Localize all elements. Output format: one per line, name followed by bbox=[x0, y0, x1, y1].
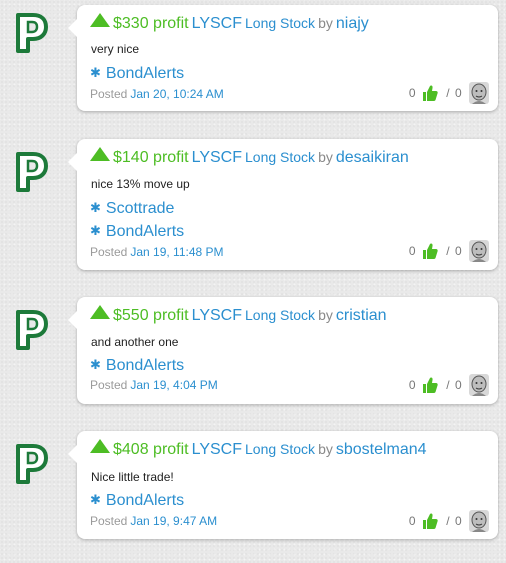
thumbs-up-icon[interactable] bbox=[422, 512, 438, 530]
like-count: 0 bbox=[408, 244, 416, 258]
username-link[interactable]: niajy bbox=[336, 15, 369, 32]
like-count: 0 bbox=[408, 86, 416, 100]
user-avatar-icon[interactable] bbox=[469, 82, 489, 104]
p-logo-icon[interactable] bbox=[14, 308, 48, 352]
by-label: by bbox=[318, 149, 333, 165]
strategy-link[interactable]: Long Stock bbox=[245, 441, 315, 457]
tag-label: BondAlerts bbox=[105, 65, 185, 82]
dislike-count: 0 bbox=[454, 86, 462, 100]
ticker-link[interactable]: LYSCF bbox=[192, 307, 242, 324]
post-comment: very nice bbox=[91, 42, 140, 56]
tag-label: Scottrade bbox=[105, 200, 175, 217]
post-card: $408 profit LYSCF Long Stock by sbostelman4 … bbox=[68, 431, 498, 539]
like-count: 0 bbox=[408, 378, 416, 392]
posted-date-link[interactable]: Jan 20, 10:24 AM bbox=[130, 87, 223, 101]
p-logo-icon[interactable] bbox=[14, 442, 48, 486]
dislike-count: 0 bbox=[454, 378, 462, 392]
vote-separator: / bbox=[446, 86, 450, 100]
thumbs-up-icon[interactable] bbox=[422, 242, 438, 260]
up-triangle-icon bbox=[90, 13, 110, 27]
ticker-link[interactable]: LYSCF bbox=[192, 149, 242, 166]
profit-amount: $550 profit bbox=[113, 307, 189, 324]
user-avatar-icon[interactable] bbox=[469, 374, 489, 396]
gear-icon: ✱ bbox=[90, 492, 101, 507]
p-logo-icon[interactable] bbox=[14, 11, 48, 55]
posted-label: Posted bbox=[90, 514, 128, 528]
username-link[interactable]: cristian bbox=[336, 307, 387, 324]
username-link[interactable]: desaikiran bbox=[336, 149, 409, 166]
post-headline: $550 profit LYSCF Long Stock by cristian bbox=[90, 305, 387, 326]
up-triangle-icon bbox=[90, 305, 110, 319]
tag-link[interactable]: ✱ BondAlerts bbox=[90, 63, 184, 83]
post-comment: Nice little trade! bbox=[91, 470, 174, 484]
ticker-link[interactable]: LYSCF bbox=[192, 441, 242, 458]
profit-amount: $140 profit bbox=[113, 149, 189, 166]
posted-date-link[interactable]: Jan 19, 11:48 PM bbox=[130, 245, 223, 259]
tag-label: BondAlerts bbox=[105, 223, 185, 240]
by-label: by bbox=[318, 441, 333, 457]
gear-icon: ✱ bbox=[90, 223, 101, 238]
posted-label: Posted bbox=[90, 245, 128, 259]
vote-area: 0 / 0 bbox=[409, 240, 489, 262]
like-count: 0 bbox=[408, 514, 416, 528]
tag-link[interactable]: ✱ BondAlerts bbox=[90, 490, 184, 510]
p-logo-icon[interactable] bbox=[14, 150, 48, 194]
gear-icon: ✱ bbox=[90, 65, 101, 80]
strategy-link[interactable]: Long Stock bbox=[245, 149, 315, 165]
dislike-count: 0 bbox=[454, 514, 462, 528]
by-label: by bbox=[318, 307, 333, 323]
strategy-link[interactable]: Long Stock bbox=[245, 15, 315, 31]
posted-line: Posted Jan 19, 4:04 PM bbox=[90, 378, 218, 393]
tag-label: BondAlerts bbox=[105, 357, 185, 374]
user-avatar-icon[interactable] bbox=[469, 510, 489, 532]
tag-link[interactable]: ✱ Scottrade bbox=[90, 198, 174, 218]
post-comment: and another one bbox=[91, 335, 179, 349]
post-card: $330 profit LYSCF Long Stock by niajy very n… bbox=[68, 5, 498, 111]
dislike-count: 0 bbox=[454, 244, 462, 258]
up-triangle-icon bbox=[90, 147, 110, 161]
post-headline: $140 profit LYSCF Long Stock by desaikiran bbox=[90, 147, 409, 168]
post-card: $550 profit LYSCF Long Stock by cristian and… bbox=[68, 297, 498, 404]
profit-amount: $330 profit bbox=[113, 15, 189, 32]
vote-area: 0 / 0 bbox=[409, 374, 489, 396]
up-triangle-icon bbox=[90, 439, 110, 453]
thumbs-up-icon[interactable] bbox=[422, 376, 438, 394]
posted-label: Posted bbox=[90, 378, 128, 392]
vote-separator: / bbox=[446, 378, 450, 392]
vote-area: 0 / 0 bbox=[409, 510, 489, 532]
tag-label: BondAlerts bbox=[105, 492, 185, 509]
vote-separator: / bbox=[446, 514, 450, 528]
profit-amount: $408 profit bbox=[113, 441, 189, 458]
post-headline: $408 profit LYSCF Long Stock by sbostelman4 bbox=[90, 439, 427, 460]
vote-separator: / bbox=[446, 244, 450, 258]
by-label: by bbox=[318, 15, 333, 31]
ticker-link[interactable]: LYSCF bbox=[192, 15, 242, 32]
tag-link[interactable]: ✱ BondAlerts bbox=[90, 355, 184, 375]
post-card: $140 profit LYSCF Long Stock by desaikiran n… bbox=[68, 139, 498, 270]
posted-line: Posted Jan 19, 11:48 PM bbox=[90, 245, 224, 260]
username-link[interactable]: sbostelman4 bbox=[336, 441, 427, 458]
gear-icon: ✱ bbox=[90, 357, 101, 372]
posted-date-link[interactable]: Jan 19, 4:04 PM bbox=[130, 378, 217, 392]
posted-line: Posted Jan 20, 10:24 AM bbox=[90, 87, 224, 102]
post-headline: $330 profit LYSCF Long Stock by niajy bbox=[90, 13, 369, 34]
post-comment: nice 13% move up bbox=[91, 177, 190, 191]
tag-link[interactable]: ✱ BondAlerts bbox=[90, 221, 184, 241]
user-avatar-icon[interactable] bbox=[469, 240, 489, 262]
posted-label: Posted bbox=[90, 87, 128, 101]
posted-date-link[interactable]: Jan 19, 9:47 AM bbox=[130, 514, 217, 528]
posted-line: Posted Jan 19, 9:47 AM bbox=[90, 514, 217, 529]
vote-area: 0 / 0 bbox=[409, 82, 489, 104]
thumbs-up-icon[interactable] bbox=[422, 84, 438, 102]
strategy-link[interactable]: Long Stock bbox=[245, 307, 315, 323]
gear-icon: ✱ bbox=[90, 200, 101, 215]
